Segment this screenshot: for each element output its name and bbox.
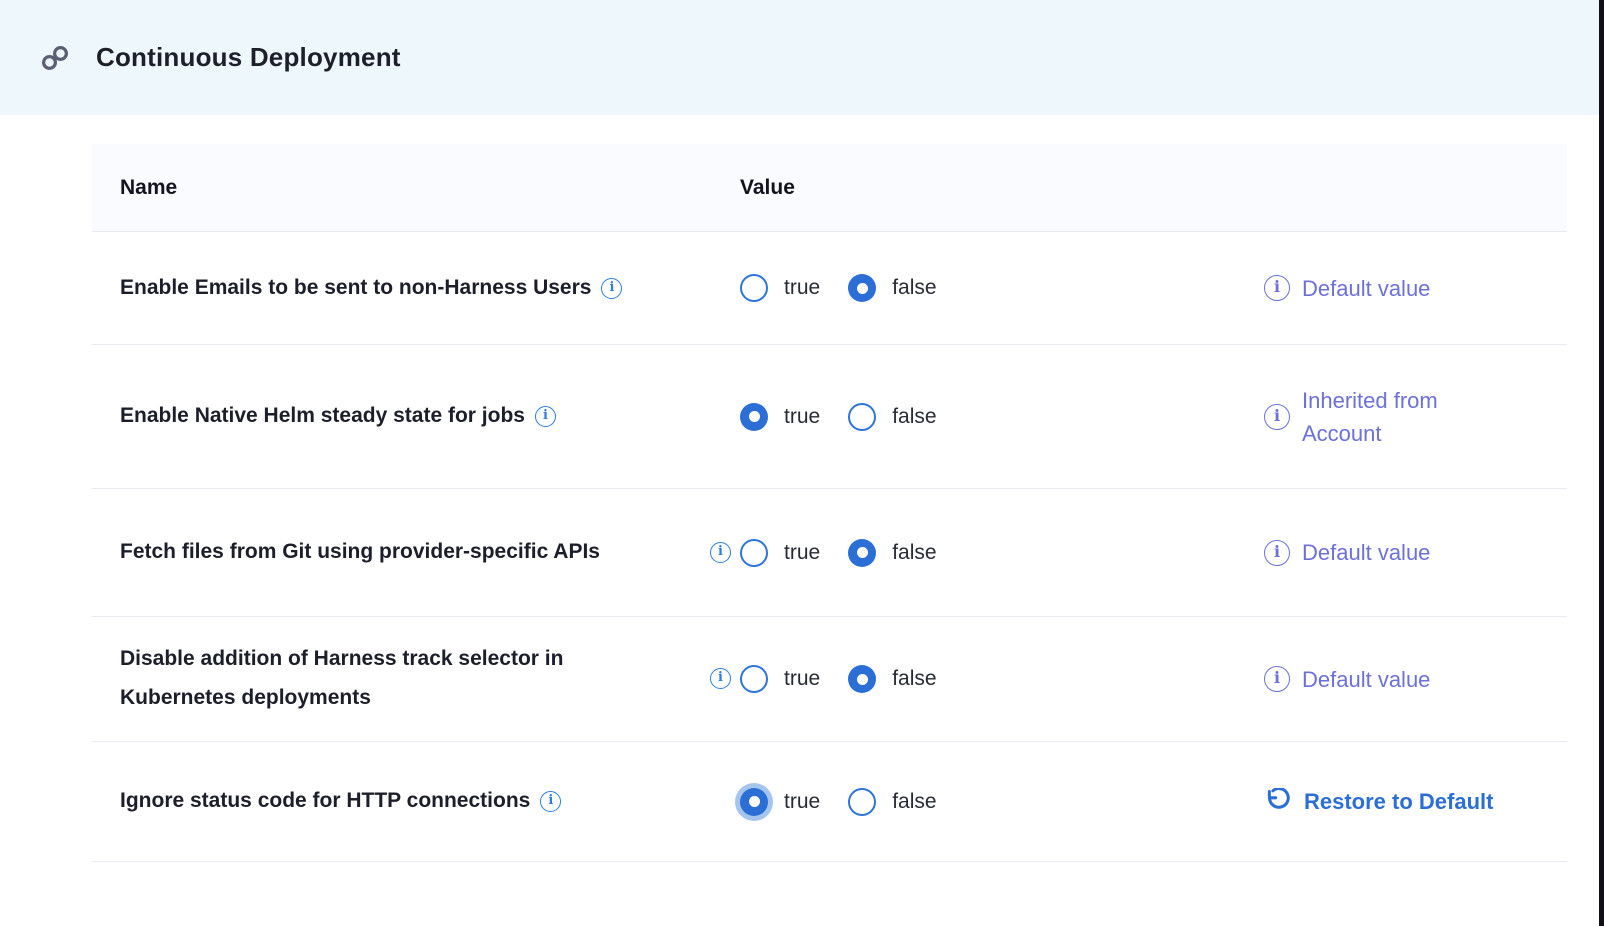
status-label: Inherited from Account — [1302, 384, 1507, 450]
setting-status-cell: i Default value — [1240, 272, 1567, 305]
radio-false[interactable] — [848, 274, 876, 302]
setting-name-label: Fetch files from Git using provider-spec… — [120, 533, 600, 572]
radio-true-label[interactable]: true — [784, 276, 820, 300]
radio-option-false[interactable]: false — [848, 788, 936, 816]
radio-false[interactable] — [848, 788, 876, 816]
setting-value-cell: i true false — [710, 539, 1240, 567]
continuous-deployment-icon — [40, 43, 70, 73]
radio-option-false[interactable]: false — [848, 274, 936, 302]
restore-to-default-icon[interactable] — [1264, 788, 1292, 816]
settings-rows: Enable Emails to be sent to non-Harness … — [92, 232, 1567, 862]
status-label: Restore to Default — [1304, 785, 1493, 818]
setting-name-cell: Ignore status code for HTTP connections … — [92, 768, 710, 835]
setting-name-label: Ignore status code for HTTP connections — [120, 782, 530, 821]
setting-row: Fetch files from Git using provider-spec… — [92, 489, 1567, 617]
setting-name-label: Disable addition of Harness track select… — [120, 640, 640, 718]
radio-option-false[interactable]: false — [848, 403, 936, 431]
setting-name-label: Enable Emails to be sent to non-Harness … — [120, 269, 591, 308]
page-title: Continuous Deployment — [96, 42, 401, 73]
radio-true[interactable] — [740, 274, 768, 302]
radio-true-label[interactable]: true — [784, 405, 820, 429]
radio-option-true[interactable]: true — [740, 665, 820, 693]
setting-value-cell: i true false — [710, 665, 1240, 693]
setting-name-cell: Disable addition of Harness track select… — [92, 626, 710, 732]
radio-false-label[interactable]: false — [892, 790, 936, 814]
setting-info-icon[interactable]: i — [710, 668, 731, 689]
setting-info-icon[interactable]: i — [540, 791, 561, 812]
radio-false-label[interactable]: false — [892, 276, 936, 300]
section-header: Continuous Deployment — [0, 0, 1604, 115]
radio-false-label[interactable]: false — [892, 541, 936, 565]
table-header-row: Name Value — [92, 144, 1567, 232]
setting-info-icon[interactable]: i — [601, 278, 622, 299]
setting-name-label: Enable Native Helm steady state for jobs — [120, 397, 525, 436]
setting-status-cell[interactable]: i Restore to Default — [1240, 785, 1567, 818]
radio-false[interactable] — [848, 403, 876, 431]
status-info-icon[interactable]: i — [1264, 666, 1290, 692]
radio-option-true[interactable]: true — [740, 274, 820, 302]
setting-status-cell: i Default value — [1240, 536, 1567, 569]
radio-true[interactable] — [740, 403, 768, 431]
setting-name-cell: Enable Emails to be sent to non-Harness … — [92, 255, 710, 322]
setting-value-cell: i true false — [710, 788, 1240, 816]
setting-row: Ignore status code for HTTP connections … — [92, 742, 1567, 862]
setting-value-cell: i true false — [710, 274, 1240, 302]
radio-true[interactable] — [740, 788, 768, 816]
setting-row: Enable Emails to be sent to non-Harness … — [92, 232, 1567, 345]
status-info-icon[interactable]: i — [1264, 275, 1290, 301]
radio-option-false[interactable]: false — [848, 665, 936, 693]
backdrop-edge — [1599, 0, 1604, 926]
status-label: Default value — [1302, 536, 1430, 569]
radio-option-true[interactable]: true — [740, 539, 820, 567]
radio-true-label[interactable]: true — [784, 790, 820, 814]
radio-false-label[interactable]: false — [892, 405, 936, 429]
radio-true-label[interactable]: true — [784, 541, 820, 565]
radio-option-true[interactable]: true — [740, 788, 820, 816]
setting-info-icon[interactable]: i — [710, 542, 731, 563]
status-info-icon[interactable]: i — [1264, 540, 1290, 566]
setting-value-cell: i true false — [710, 403, 1240, 431]
setting-row: Enable Native Helm steady state for jobs… — [92, 345, 1567, 489]
column-header-name: Name — [92, 176, 710, 200]
settings-table: Name Value Enable Emails to be sent to n… — [92, 144, 1567, 862]
setting-name-cell: Enable Native Helm steady state for jobs… — [92, 383, 710, 450]
setting-status-cell: i Default value — [1240, 663, 1567, 696]
setting-name-cell: Fetch files from Git using provider-spec… — [92, 519, 710, 586]
radio-true[interactable] — [740, 539, 768, 567]
setting-info-icon[interactable]: i — [535, 406, 556, 427]
radio-true-label[interactable]: true — [784, 667, 820, 691]
radio-option-false[interactable]: false — [848, 539, 936, 567]
status-label: Default value — [1302, 272, 1430, 305]
radio-true[interactable] — [740, 665, 768, 693]
radio-false[interactable] — [848, 539, 876, 567]
status-info-icon[interactable]: i — [1264, 404, 1290, 430]
settings-page: Continuous Deployment Name Value Enable … — [0, 0, 1604, 926]
column-header-value: Value — [710, 176, 1240, 200]
radio-option-true[interactable]: true — [740, 403, 820, 431]
radio-false[interactable] — [848, 665, 876, 693]
setting-row: Disable addition of Harness track select… — [92, 617, 1567, 742]
setting-status-cell: i Inherited from Account — [1240, 384, 1567, 450]
status-label: Default value — [1302, 663, 1430, 696]
radio-false-label[interactable]: false — [892, 667, 936, 691]
